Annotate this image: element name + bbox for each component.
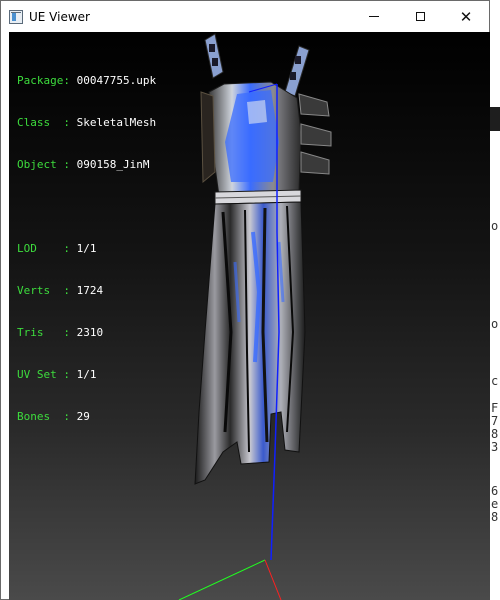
ue-viewer-app-icon[interactable] [9,9,23,24]
object-label: Object : [17,158,70,171]
background-window-bar [490,107,500,131]
shoulder-strap-right [284,45,310,97]
background-text: 3 [491,440,499,454]
verts-value: 1724 [76,284,104,297]
mesh-info-panel: Package: 00047755.upk Class : SkeletalMe… [17,46,156,452]
minimize-button[interactable] [351,1,397,32]
shoulder-strap-left [204,33,224,79]
3d-viewport[interactable]: Package: 00047755.upk Class : SkeletalMe… [9,32,490,600]
axis-x [264,559,282,600]
axis-y [178,559,266,600]
close-button[interactable]: ✕ [443,1,489,32]
bones-label: Bones : [17,410,70,423]
side-flaps [298,93,332,175]
package-label: Package: [17,74,70,87]
close-icon: ✕ [459,7,473,26]
window-title: UE Viewer [29,9,90,24]
lod-value: 1/1 [76,242,97,255]
background-desktop: o o c F 7 8 3 6 e 8 [490,0,500,600]
background-text: o [491,219,499,233]
window-controls: ✕ [351,1,489,32]
tris-label: Tris : [17,326,70,339]
title-bar[interactable]: UE Viewer ✕ [1,1,489,32]
class-label: Class : [17,116,70,129]
bones-value: 29 [76,410,90,423]
background-text: o [491,317,499,331]
background-text: c [491,374,499,388]
uvset-label: UV Set : [17,368,70,381]
maximize-button[interactable] [397,1,443,32]
ue-viewer-window: UE Viewer ✕ Package: 00047755.upk Class … [0,0,490,600]
class-value: SkeletalMesh [76,116,157,129]
tris-value: 2310 [76,326,104,339]
verts-label: Verts : [17,284,70,297]
uvset-value: 1/1 [76,368,97,381]
minimize-icon [369,16,379,17]
lod-label: LOD : [17,242,70,255]
background-text: 8 [491,510,499,524]
package-value: 00047755.upk [76,74,157,87]
object-value: 090158_JinM [76,158,150,171]
maximize-icon [415,12,425,21]
skirt [194,201,306,485]
